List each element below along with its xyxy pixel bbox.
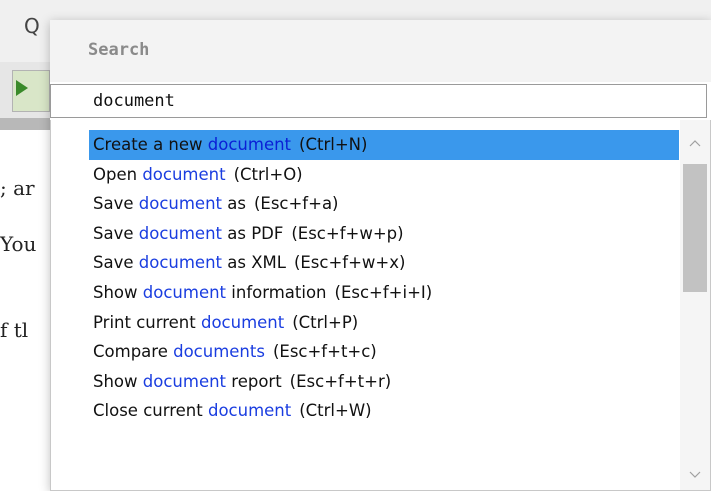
item-label-prefix: Save [93, 253, 139, 273]
item-label-prefix: Open [93, 164, 143, 184]
result-item[interactable]: Save document as (Esc+f+a) [89, 189, 679, 219]
result-item[interactable]: Show document report (Esc+f+t+r) [89, 367, 679, 397]
item-label-prefix: Save [93, 223, 139, 243]
scroll-up-icon[interactable] [680, 128, 710, 158]
result-item[interactable]: Compare documents (Esc+f+t+c) [89, 337, 679, 367]
item-label-suffix: as [222, 194, 246, 214]
command-palette: Search Create a new document (Ctrl+N) Open… [50, 20, 711, 491]
item-shortcut: (Ctrl+O) [233, 164, 303, 184]
item-label-prefix: Create a new [93, 135, 208, 154]
item-label-prefix: Save [93, 194, 139, 214]
result-item[interactable]: Print current document (Ctrl+P) [89, 308, 679, 338]
document-text-fragment: You [0, 232, 37, 256]
item-label-prefix: Show [93, 282, 143, 302]
scroll-down-icon[interactable] [680, 460, 710, 490]
item-shortcut: (Esc+f+a) [253, 194, 339, 214]
palette-header: Search [50, 20, 711, 82]
item-shortcut: (Esc+f+w+x) [293, 253, 406, 273]
play-icon [16, 80, 28, 96]
item-label-match: document [142, 164, 226, 184]
document-text-fragment: ; ar [0, 176, 35, 200]
item-shortcut: (Ctrl+P) [292, 312, 359, 332]
item-label-prefix: Compare [93, 342, 174, 362]
item-label-suffix: as PDF [222, 223, 284, 243]
item-label-match: document [138, 194, 222, 214]
item-label-match: document [200, 312, 285, 332]
search-input[interactable] [50, 84, 707, 118]
item-label-match: document [138, 223, 222, 243]
item-label-suffix: report [226, 371, 282, 391]
result-item[interactable]: Close current document (Ctrl+W) [89, 396, 679, 426]
item-label-match: documents [173, 342, 265, 362]
item-label-prefix: Close current [93, 401, 208, 421]
item-label-suffix: as XML [222, 253, 286, 273]
item-shortcut: (Esc+f+t+r) [289, 371, 392, 391]
item-label-prefix: Show [93, 371, 143, 391]
item-label-match: document [207, 401, 292, 421]
scroll-thumb[interactable] [683, 164, 707, 292]
item-shortcut: (Ctrl+W) [299, 401, 372, 421]
results-list: Create a new document (Ctrl+N) Open docume… [50, 120, 711, 491]
item-shortcut: (Ctrl+N) [299, 135, 368, 154]
item-label-suffix: information [226, 282, 327, 302]
result-item[interactable]: Show document information (Esc+f+i+I) [89, 278, 679, 308]
results-items: Create a new document (Ctrl+N) Open docume… [51, 130, 679, 426]
item-shortcut: (Esc+f+w+p) [291, 223, 404, 243]
item-shortcut: (Esc+f+t+c) [272, 342, 377, 362]
scrollbar[interactable] [680, 120, 710, 490]
result-item[interactable]: Open document (Ctrl+O) [89, 160, 679, 190]
result-item[interactable]: Create a new document (Ctrl+N) [89, 130, 679, 160]
item-label-match: document [138, 253, 222, 273]
item-label-prefix: Print current [93, 312, 201, 332]
result-item[interactable]: Save document as XML (Esc+f+w+x) [89, 248, 679, 278]
item-label-match: document [207, 135, 292, 154]
item-label-match: document [142, 371, 227, 391]
result-item[interactable]: Save document as PDF (Esc+f+w+p) [89, 219, 679, 249]
item-shortcut: (Esc+f+i+I) [334, 282, 433, 302]
palette-title: Search [88, 40, 150, 60]
item-label-match: document [142, 282, 227, 302]
document-text-fragment: f tl [0, 318, 29, 342]
toolbar-letter: Q [24, 14, 40, 38]
